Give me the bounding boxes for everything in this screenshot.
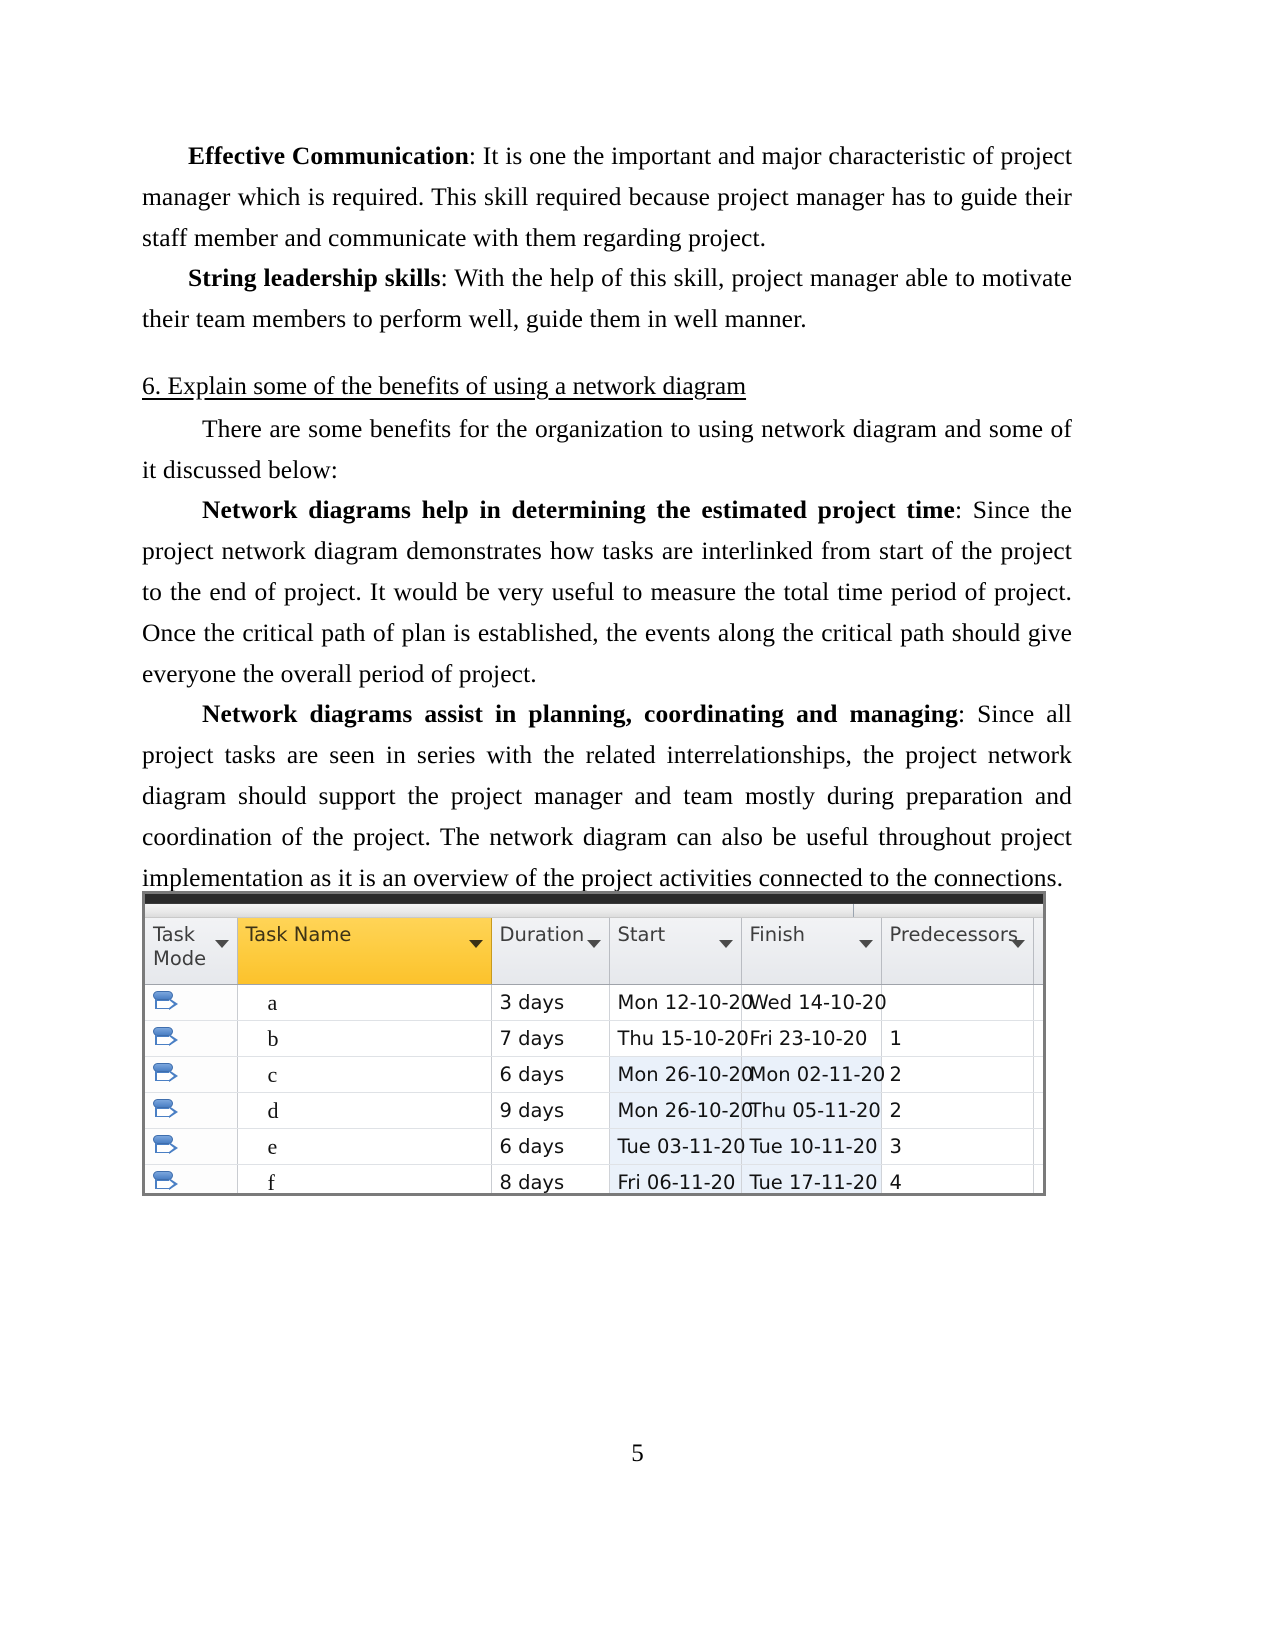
- column-header-label: Predecessors: [889, 923, 1019, 946]
- chevron-down-icon[interactable]: [214, 940, 229, 948]
- chevron-down-icon[interactable]: [858, 940, 873, 948]
- cell-finish[interactable]: Tue 10-11-20: [741, 1128, 882, 1165]
- column-header-predecessors[interactable]: Predecessors: [881, 918, 1034, 985]
- cell-duration[interactable]: 3 days: [491, 984, 610, 1021]
- column-header-label: Duration: [499, 923, 585, 946]
- paragraph-string-leadership-skills: String leadership skills: With the help …: [142, 258, 1072, 340]
- paragraph-benefit-estimated-project-time: Network diagrams help in determining the…: [142, 490, 1072, 694]
- table-row[interactable]: a 3 days Mon 12-10-20 Wed 14-10-20: [145, 984, 1043, 1021]
- ms-project-table-screenshot: Task Mode Task Name Duration Start Finis…: [142, 891, 1046, 1196]
- column-header-duration[interactable]: Duration: [491, 918, 610, 985]
- manually-scheduled-icon: [153, 1026, 179, 1052]
- cell-task-name[interactable]: c: [237, 1056, 492, 1093]
- cell-task-mode[interactable]: [145, 1056, 238, 1093]
- cell-predecessors[interactable]: 4: [881, 1164, 1034, 1193]
- cell-duration[interactable]: 9 days: [491, 1092, 610, 1129]
- cell-overflow: [1033, 1056, 1043, 1093]
- document-body: Effective Communication: It is one the i…: [142, 136, 1072, 898]
- cell-overflow: [1033, 1092, 1043, 1129]
- section-heading: 6. Explain some of the benefits of using…: [142, 370, 747, 400]
- cell-predecessors[interactable]: 1: [881, 1020, 1034, 1057]
- screenshot-toolbar-strip: [145, 904, 1043, 918]
- table-row[interactable]: d 9 days Mon 26-10-20 Thu 05-11-20 2: [145, 1092, 1043, 1129]
- table-header-row: Task Mode Task Name Duration Start Finis…: [145, 918, 1043, 985]
- paragraph-benefit-planning-coordinating-managing: Network diagrams assist in planning, coo…: [142, 694, 1072, 898]
- cell-task-name[interactable]: a: [237, 984, 492, 1021]
- manually-scheduled-icon: [153, 990, 179, 1016]
- column-header-start[interactable]: Start: [609, 918, 742, 985]
- paragraph-effective-communication: Effective Communication: It is one the i…: [142, 136, 1072, 258]
- table-row[interactable]: e 6 days Tue 03-11-20 Tue 10-11-20 3: [145, 1128, 1043, 1165]
- cell-finish[interactable]: Tue 17-11-20: [741, 1164, 882, 1193]
- pane-splitter-handle[interactable]: [853, 904, 854, 917]
- cell-duration[interactable]: 8 days: [491, 1164, 610, 1193]
- document-page: Effective Communication: It is one the i…: [0, 0, 1275, 1650]
- project-task-table: Task Mode Task Name Duration Start Finis…: [145, 918, 1043, 1194]
- cell-predecessors[interactable]: 2: [881, 1092, 1034, 1129]
- paragraph-lead: Network diagrams help in determining the…: [202, 495, 955, 525]
- cell-start[interactable]: Fri 06-11-20: [609, 1164, 742, 1193]
- paragraph-intro: There are some benefits for the organiza…: [142, 413, 1072, 484]
- cell-task-name[interactable]: d: [237, 1092, 492, 1129]
- chevron-down-icon[interactable]: [586, 940, 601, 948]
- manually-scheduled-icon: [153, 1098, 179, 1124]
- column-header-task-name[interactable]: Task Name: [237, 918, 492, 985]
- cell-overflow: [1033, 1128, 1043, 1165]
- table-body: a 3 days Mon 12-10-20 Wed 14-10-20 b 7 d…: [145, 984, 1043, 1194]
- cell-task-mode[interactable]: [145, 1128, 238, 1165]
- chevron-down-icon[interactable]: [1010, 940, 1025, 948]
- cell-duration[interactable]: 7 days: [491, 1020, 610, 1057]
- table-row[interactable]: c 6 days Mon 26-10-20 Mon 02-11-20 2: [145, 1056, 1043, 1093]
- column-header-label: Start: [617, 923, 666, 946]
- cell-predecessors[interactable]: 3: [881, 1128, 1034, 1165]
- column-header-label: Finish: [749, 923, 806, 946]
- column-header-finish[interactable]: Finish: [741, 918, 882, 985]
- column-header-label: Task Mode: [153, 923, 207, 970]
- page-number: 5: [631, 1440, 644, 1467]
- column-header-task-mode[interactable]: Task Mode: [145, 918, 238, 985]
- column-header-overflow[interactable]: [1033, 918, 1043, 985]
- chevron-down-icon[interactable]: [468, 940, 483, 948]
- cell-finish[interactable]: Mon 02-11-20: [741, 1056, 885, 1093]
- cell-duration[interactable]: 6 days: [491, 1128, 610, 1165]
- cell-task-mode[interactable]: [145, 1020, 238, 1057]
- table-row[interactable]: b 7 days Thu 15-10-20 Fri 23-10-20 1: [145, 1020, 1043, 1057]
- paragraph-lead: Effective Communication: [188, 141, 469, 170]
- cell-overflow: [1033, 1164, 1043, 1193]
- cell-task-name[interactable]: b: [237, 1020, 492, 1057]
- table-row[interactable]: f 8 days Fri 06-11-20 Tue 17-11-20 4: [145, 1164, 1043, 1194]
- cell-finish[interactable]: Wed 14-10-20: [741, 984, 887, 1021]
- section-heading-wrap: 6. Explain some of the benefits of using…: [142, 352, 1072, 407]
- cell-start[interactable]: Mon 26-10-20: [609, 1056, 753, 1093]
- paragraph-lead: String leadership skills: [188, 263, 441, 293]
- chevron-down-icon[interactable]: [718, 940, 733, 948]
- cell-start[interactable]: Thu 15-10-20: [609, 1020, 749, 1057]
- cell-start[interactable]: Mon 26-10-20: [609, 1092, 753, 1129]
- paragraph-lead: Network diagrams assist in planning, coo…: [202, 699, 958, 729]
- cell-start[interactable]: Mon 12-10-20: [609, 984, 753, 1021]
- cell-overflow: [1033, 1020, 1043, 1057]
- cell-task-name[interactable]: e: [237, 1128, 492, 1165]
- cell-task-mode[interactable]: [145, 984, 238, 1021]
- screenshot-top-band: [145, 894, 1043, 904]
- cell-predecessors[interactable]: 2: [881, 1056, 1034, 1093]
- cell-duration[interactable]: 6 days: [491, 1056, 610, 1093]
- cell-predecessors[interactable]: [881, 984, 1034, 1021]
- cell-task-name[interactable]: f: [237, 1164, 492, 1193]
- manually-scheduled-icon: [153, 1170, 179, 1194]
- cell-task-mode[interactable]: [145, 1092, 238, 1129]
- cell-task-mode[interactable]: [145, 1164, 238, 1194]
- cell-finish[interactable]: Thu 05-11-20: [741, 1092, 882, 1129]
- manually-scheduled-icon: [153, 1134, 179, 1160]
- cell-start[interactable]: Tue 03-11-20: [609, 1128, 746, 1165]
- manually-scheduled-icon: [153, 1062, 179, 1088]
- cell-finish[interactable]: Fri 23-10-20: [741, 1020, 882, 1057]
- cell-overflow: [1033, 984, 1043, 1021]
- column-header-label: Task Name: [245, 923, 352, 946]
